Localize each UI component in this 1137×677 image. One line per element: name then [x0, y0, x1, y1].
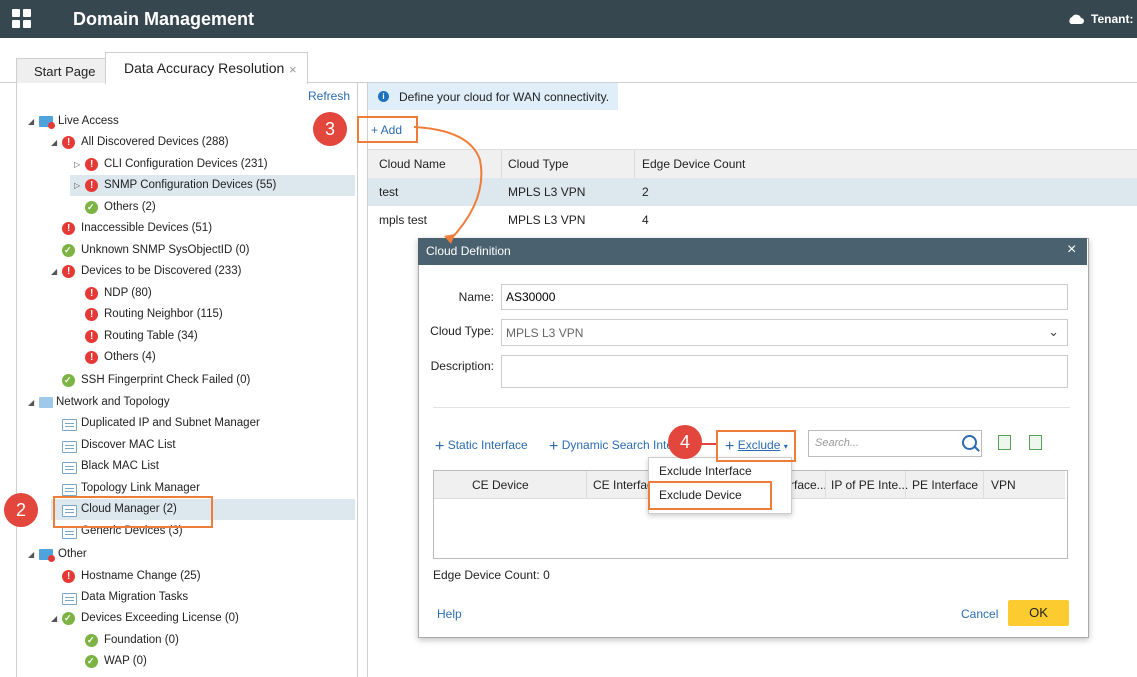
annotation-arrow: [413, 126, 716, 445]
callout-step-2: 2: [4, 493, 38, 527]
callout-step-3: 3: [313, 112, 347, 146]
callout-step-4: 4: [668, 425, 702, 459]
